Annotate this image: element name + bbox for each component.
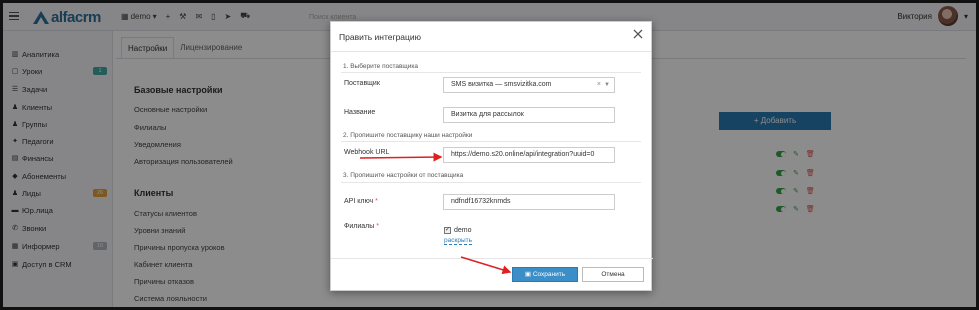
api-key-label: API ключ * — [344, 198, 378, 205]
api-key-label-text: API ключ — [344, 198, 374, 205]
divider — [341, 182, 641, 183]
app-window: alfacrm ▦ demo ▾ + ⚒ ✉ ▯ ➤ ⛟ Поиск клиен… — [0, 0, 979, 310]
provider-value: SMS визитка — smsvizitka.com — [451, 81, 552, 88]
branches-label: Филиалы * — [344, 223, 379, 230]
expand-link[interactable]: раскрыть — [444, 237, 472, 245]
branch-option-label: demo — [454, 227, 472, 234]
close-icon[interactable] — [631, 27, 645, 41]
name-label: Название — [344, 109, 376, 116]
divider — [341, 141, 641, 142]
caret-down-icon[interactable]: ▼ — [604, 78, 610, 92]
save-icon: ▣ — [524, 271, 533, 278]
branch-checkbox-demo[interactable]: ✓ demo — [444, 227, 472, 234]
branches-label-text: Филиалы — [344, 223, 375, 230]
clear-icon[interactable]: × — [597, 78, 601, 92]
required-mark: * — [376, 223, 379, 230]
step-2-label: 2. Пропишите поставщику наши настройки — [343, 132, 473, 139]
save-button[interactable]: ▣ Сохранить — [512, 267, 578, 282]
modal-title: Править интеграцию — [339, 32, 422, 42]
provider-select[interactable]: SMS визитка — smsvizitka.com × ▼ — [443, 77, 615, 93]
annotation-arrow-icon — [359, 152, 443, 162]
divider — [341, 72, 641, 73]
step-1-label: 1. Выберите поставщика — [343, 63, 419, 70]
provider-label: Поставщик — [344, 80, 380, 87]
webhook-url-input[interactable]: https://demo.s20.online/api/integration?… — [443, 147, 615, 163]
save-button-label: Сохранить — [532, 271, 566, 278]
checkbox-checked-icon: ✓ — [444, 227, 451, 234]
modal-header: Править интеграцию — [331, 22, 651, 52]
name-input[interactable]: Визитка для рассылок — [443, 107, 615, 123]
api-key-input[interactable]: ndfndf16732knmds — [443, 194, 615, 210]
required-mark: * — [375, 198, 378, 205]
annotation-arrow-icon — [460, 256, 512, 275]
step-3-label: 3. Пропишите настройки от поставщика — [343, 172, 464, 179]
cancel-button[interactable]: Отмена — [582, 267, 644, 282]
